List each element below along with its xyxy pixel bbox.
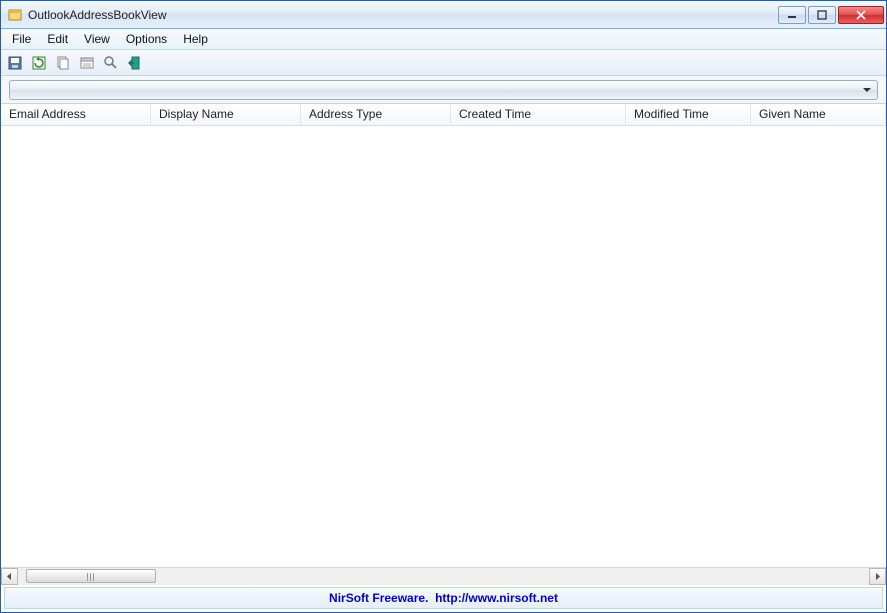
scroll-right-button[interactable] bbox=[869, 568, 886, 585]
toolbar bbox=[1, 50, 886, 76]
app-icon bbox=[7, 7, 23, 23]
window-title: OutlookAddressBookView bbox=[28, 8, 776, 22]
menubar: File Edit View Options Help bbox=[1, 29, 886, 50]
col-display[interactable]: Display Name bbox=[151, 104, 301, 125]
profile-dropdown[interactable] bbox=[9, 80, 878, 100]
minimize-button[interactable] bbox=[778, 6, 806, 24]
close-button[interactable] bbox=[838, 6, 884, 24]
profile-dropdown-bar bbox=[1, 76, 886, 104]
properties-icon[interactable] bbox=[77, 53, 97, 73]
menu-file[interactable]: File bbox=[5, 30, 38, 48]
table-body[interactable] bbox=[1, 126, 886, 567]
find-icon[interactable] bbox=[101, 53, 121, 73]
menu-options[interactable]: Options bbox=[119, 30, 174, 48]
menu-edit[interactable]: Edit bbox=[40, 30, 75, 48]
col-given[interactable]: Given Name bbox=[751, 104, 886, 125]
app-window: OutlookAddressBookView File Edit View Op… bbox=[0, 0, 887, 613]
scroll-track[interactable] bbox=[18, 568, 869, 585]
scroll-left-button[interactable] bbox=[1, 568, 18, 585]
status-link[interactable]: http://www.nirsoft.net bbox=[435, 591, 558, 605]
col-email[interactable]: Email Address bbox=[1, 104, 151, 125]
maximize-button[interactable] bbox=[808, 6, 836, 24]
menu-help[interactable]: Help bbox=[176, 30, 215, 48]
exit-icon[interactable] bbox=[125, 53, 145, 73]
copy-icon[interactable] bbox=[53, 53, 73, 73]
chevron-down-icon bbox=[863, 88, 871, 92]
col-created[interactable]: Created Time bbox=[451, 104, 626, 125]
horizontal-scrollbar[interactable] bbox=[1, 567, 886, 584]
dropdown-value bbox=[10, 81, 16, 95]
save-icon[interactable] bbox=[5, 53, 25, 73]
table-header: Email Address Display Name Address Type … bbox=[1, 104, 886, 126]
statusbar: NirSoft Freeware. http://www.nirsoft.net bbox=[4, 587, 883, 609]
titlebar[interactable]: OutlookAddressBookView bbox=[1, 1, 886, 29]
status-company: NirSoft Freeware. bbox=[329, 591, 428, 605]
refresh-icon[interactable] bbox=[29, 53, 49, 73]
window-controls bbox=[776, 6, 884, 24]
col-modified[interactable]: Modified Time bbox=[626, 104, 751, 125]
col-addrtype[interactable]: Address Type bbox=[301, 104, 451, 125]
menu-view[interactable]: View bbox=[77, 30, 117, 48]
scroll-thumb[interactable] bbox=[26, 569, 156, 583]
